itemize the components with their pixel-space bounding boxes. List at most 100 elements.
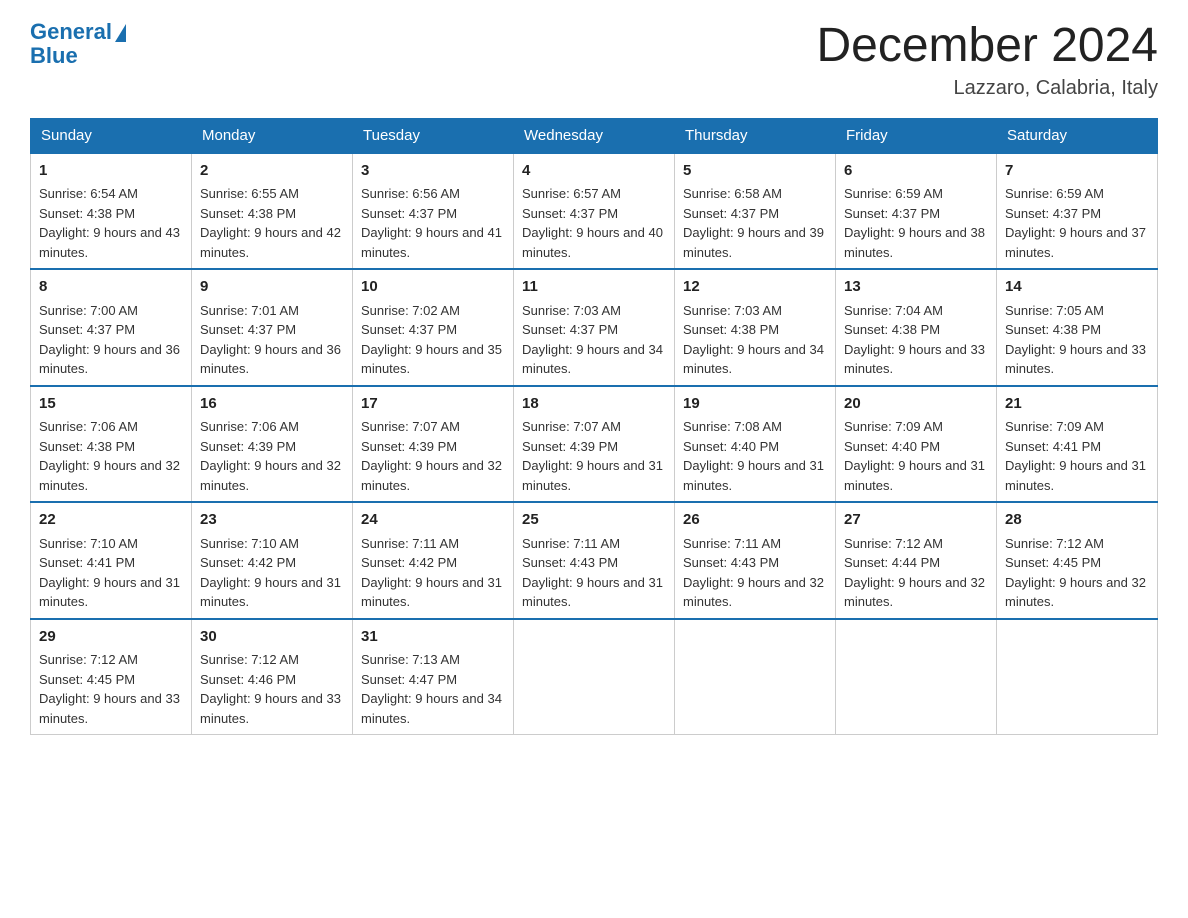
daylight-label: Daylight: 9 hours and 31 minutes.: [1005, 458, 1146, 493]
day-number: 27: [844, 509, 988, 532]
sunset-label: Sunset: 4:42 PM: [200, 555, 296, 570]
sunrise-label: Sunrise: 6:56 AM: [361, 186, 460, 201]
calendar-cell: [675, 619, 836, 735]
calendar-cell: 1Sunrise: 6:54 AMSunset: 4:38 PMDaylight…: [31, 153, 192, 270]
sunset-label: Sunset: 4:41 PM: [39, 555, 135, 570]
sunset-label: Sunset: 4:38 PM: [844, 322, 940, 337]
daylight-label: Daylight: 9 hours and 36 minutes.: [39, 342, 180, 377]
sunset-label: Sunset: 4:39 PM: [361, 439, 457, 454]
day-number: 29: [39, 626, 183, 649]
sunset-label: Sunset: 4:38 PM: [39, 439, 135, 454]
day-number: 19: [683, 393, 827, 416]
calendar-cell: 2Sunrise: 6:55 AMSunset: 4:38 PMDaylight…: [192, 153, 353, 270]
daylight-label: Daylight: 9 hours and 32 minutes.: [683, 575, 824, 610]
sunset-label: Sunset: 4:40 PM: [844, 439, 940, 454]
calendar-week-row: 15 Sunrise: 7:06 AM Sunset: 4:38 PM Dayligh…: [31, 386, 1158, 503]
daylight-label: Daylight: 9 hours and 31 minutes.: [683, 458, 824, 493]
calendar-cell: 27Sunrise: 7:12 AMSunset: 4:44 PMDayligh…: [836, 502, 997, 619]
sunset-label: Sunset: 4:42 PM: [361, 555, 457, 570]
day-number: 30: [200, 626, 344, 649]
sunrise-label: Sunrise: 7:04 AM: [844, 303, 943, 318]
sunset-label: Sunset: 4:37 PM: [683, 206, 779, 221]
daylight-label: Daylight: 9 hours and 31 minutes.: [522, 575, 663, 610]
logo-general: General: [30, 20, 126, 44]
day-number: 22: [39, 509, 183, 532]
daylight-label: Daylight: 9 hours and 39 minutes.: [683, 225, 824, 260]
calendar-cell: [836, 619, 997, 735]
day-number: 15: [39, 393, 183, 416]
calendar-cell: 26Sunrise: 7:11 AMSunset: 4:43 PMDayligh…: [675, 502, 836, 619]
daylight-label: Daylight: 9 hours and 38 minutes.: [844, 225, 985, 260]
daylight-label: Daylight: 9 hours and 34 minutes.: [522, 342, 663, 377]
col-header-friday: Friday: [836, 118, 997, 153]
daylight-label: Daylight: 9 hours and 32 minutes.: [361, 458, 502, 493]
sunrise-label: Sunrise: 7:13 AM: [361, 652, 460, 667]
sunrise-label: Sunrise: 6:54 AM: [39, 186, 138, 201]
calendar-cell: 14Sunrise: 7:05 AMSunset: 4:38 PMDayligh…: [997, 269, 1158, 386]
sunrise-label: Sunrise: 7:01 AM: [200, 303, 299, 318]
calendar-cell: 5Sunrise: 6:58 AMSunset: 4:37 PMDaylight…: [675, 153, 836, 270]
day-number: 13: [844, 276, 988, 299]
day-number: 20: [844, 393, 988, 416]
calendar-cell: 17Sunrise: 7:07 AMSunset: 4:39 PMDayligh…: [353, 386, 514, 503]
logo: General Blue: [30, 20, 126, 68]
sunrise-label: Sunrise: 7:12 AM: [200, 652, 299, 667]
sunrise-label: Sunrise: 7:09 AM: [1005, 419, 1104, 434]
sunrise-label: Sunrise: 7:12 AM: [39, 652, 138, 667]
daylight-label: Daylight: 9 hours and 40 minutes.: [522, 225, 663, 260]
sunrise-label: Sunrise: 7:02 AM: [361, 303, 460, 318]
sunset-label: Sunset: 4:37 PM: [522, 322, 618, 337]
sunset-label: Sunset: 4:43 PM: [522, 555, 618, 570]
day-number: 31: [361, 626, 505, 649]
title-block: December 2024 Lazzaro, Calabria, Italy: [816, 20, 1158, 100]
calendar-cell: [997, 619, 1158, 735]
calendar-week-row: 22 Sunrise: 7:10 AM Sunset: 4:41 PM Dayligh…: [31, 502, 1158, 619]
day-number: 7: [1005, 160, 1149, 183]
daylight-label: Daylight: 9 hours and 37 minutes.: [1005, 225, 1146, 260]
day-number: 21: [1005, 393, 1149, 416]
daylight-label: Daylight: 9 hours and 32 minutes.: [39, 458, 180, 493]
sunrise-label: Sunrise: 7:11 AM: [522, 536, 620, 551]
day-number: 4: [522, 160, 666, 183]
daylight-label: Daylight: 9 hours and 43 minutes.: [39, 225, 180, 260]
calendar-cell: 16 Sunrise: 7:06 AM Sunset: 4:39 PM Dayligh…: [192, 386, 353, 503]
sunset-label: Sunset: 4:37 PM: [361, 206, 457, 221]
col-header-tuesday: Tuesday: [353, 118, 514, 153]
sunrise-label: Sunrise: 7:03 AM: [683, 303, 782, 318]
sunset-label: Sunset: 4:39 PM: [200, 439, 296, 454]
sunset-label: Sunset: 4:37 PM: [361, 322, 457, 337]
day-number: 10: [361, 276, 505, 299]
daylight-label: Daylight: 9 hours and 41 minutes.: [361, 225, 502, 260]
sunrise-label: Sunrise: 7:06 AM: [200, 419, 299, 434]
day-number: 24: [361, 509, 505, 532]
calendar-cell: 31Sunrise: 7:13 AMSunset: 4:47 PMDayligh…: [353, 619, 514, 735]
calendar-cell: 18Sunrise: 7:07 AMSunset: 4:39 PMDayligh…: [514, 386, 675, 503]
page-header: General Blue December 2024 Lazzaro, Cala…: [30, 20, 1158, 100]
calendar-cell: 9Sunrise: 7:01 AMSunset: 4:37 PMDaylight…: [192, 269, 353, 386]
day-number: 1: [39, 160, 183, 183]
sunset-label: Sunset: 4:41 PM: [1005, 439, 1101, 454]
calendar-cell: 24Sunrise: 7:11 AMSunset: 4:42 PMDayligh…: [353, 502, 514, 619]
sunset-label: Sunset: 4:37 PM: [39, 322, 135, 337]
sunset-label: Sunset: 4:38 PM: [1005, 322, 1101, 337]
sunset-label: Sunset: 4:37 PM: [522, 206, 618, 221]
sunrise-label: Sunrise: 7:08 AM: [683, 419, 782, 434]
col-header-wednesday: Wednesday: [514, 118, 675, 153]
calendar-cell: 7Sunrise: 6:59 AMSunset: 4:37 PMDaylight…: [997, 153, 1158, 270]
sunrise-label: Sunrise: 7:10 AM: [39, 536, 138, 551]
calendar-cell: 6Sunrise: 6:59 AMSunset: 4:37 PMDaylight…: [836, 153, 997, 270]
calendar-cell: 10Sunrise: 7:02 AMSunset: 4:37 PMDayligh…: [353, 269, 514, 386]
day-number: 5: [683, 160, 827, 183]
logo-blue: Blue: [30, 44, 126, 68]
calendar-cell: 15Sunrise: 7:06 AMSunset: 4:38 PMDayligh…: [31, 386, 192, 503]
calendar-week-row: 8Sunrise: 7:00 AMSunset: 4:37 PMDaylight…: [31, 269, 1158, 386]
daylight-label: Daylight: 9 hours and 34 minutes.: [683, 342, 824, 377]
sunset-label: Sunset: 4:37 PM: [1005, 206, 1101, 221]
day-number: 25: [522, 509, 666, 532]
sunrise-label: Sunrise: 7:07 AM: [361, 419, 460, 434]
sunrise-label: Sunrise: 7:12 AM: [1005, 536, 1104, 551]
calendar-cell: 28Sunrise: 7:12 AMSunset: 4:45 PMDayligh…: [997, 502, 1158, 619]
daylight-label: Daylight: 9 hours and 32 minutes.: [200, 458, 341, 493]
day-number: 16: [200, 393, 344, 416]
day-number: 14: [1005, 276, 1149, 299]
